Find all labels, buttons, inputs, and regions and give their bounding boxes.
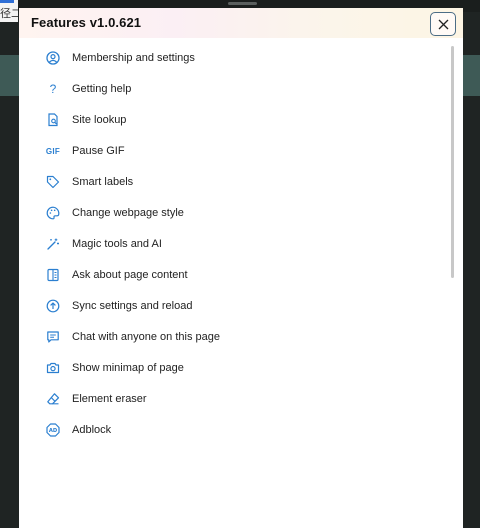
menu-item-magic-tools-ai[interactable]: Magic tools and AI — [43, 232, 423, 256]
user-circle-icon — [43, 48, 63, 68]
menu-item-chat-page[interactable]: Chat with anyone on this page — [43, 325, 423, 349]
scrollbar[interactable] — [451, 46, 454, 278]
menu-item-smart-labels[interactable]: Smart labels — [43, 170, 423, 194]
question-icon: ? — [49, 82, 57, 96]
panel-header: Features v1.0.621 — [19, 8, 463, 38]
adblock-icon: AD — [43, 420, 63, 440]
menu-item-label: Magic tools and AI — [72, 238, 162, 250]
menu-item-getting-help[interactable]: ? Getting help — [43, 77, 423, 101]
document-search-icon — [43, 110, 63, 130]
drag-handle[interactable] — [228, 2, 257, 5]
camera-icon — [43, 358, 63, 378]
menu-item-ask-page-content[interactable]: Ask about page content — [43, 263, 423, 287]
background-window-corner: 径二 — [0, 0, 18, 22]
menu-item-label: Sync settings and reload — [72, 300, 193, 312]
sync-arrow-icon — [43, 296, 63, 316]
features-panel: Features v1.0.621 Membership and setting… — [19, 8, 463, 528]
menu-item-label: Site lookup — [72, 114, 127, 126]
menu-item-label: Adblock — [72, 424, 112, 436]
background-corner-accent — [0, 0, 14, 3]
menu-item-element-eraser[interactable]: Element eraser — [43, 387, 423, 411]
menu-item-label: Smart labels — [72, 176, 134, 188]
page-content-icon — [43, 265, 63, 285]
menu-item-label: Element eraser — [72, 393, 147, 405]
menu-item-site-lookup[interactable]: Site lookup — [43, 108, 423, 132]
background-corner-text: 径二 — [0, 8, 18, 20]
eraser-icon — [43, 389, 63, 409]
menu-item-sync-settings-reload[interactable]: Sync settings and reload — [43, 294, 423, 318]
menu-item-label: Ask about page content — [72, 269, 188, 281]
menu-item-label: Getting help — [72, 83, 132, 95]
svg-text:AD: AD — [49, 428, 58, 434]
chat-bubble-icon — [43, 327, 63, 347]
menu-item-label: Pause GIF — [72, 145, 125, 157]
menu-item-pause-gif[interactable]: GIF Pause GIF — [43, 139, 423, 163]
menu-item-show-minimap[interactable]: Show minimap of page — [43, 356, 423, 380]
menu-item-adblock[interactable]: AD Adblock — [43, 418, 423, 442]
close-button[interactable] — [430, 12, 456, 36]
menu-item-change-webpage-style[interactable]: Change webpage style — [43, 201, 423, 225]
menu-item-membership-settings[interactable]: Membership and settings — [43, 46, 423, 70]
magic-wand-icon — [43, 234, 63, 254]
menu-item-label: Membership and settings — [72, 52, 195, 64]
menu-item-label: Change webpage style — [72, 207, 184, 219]
gif-icon: GIF — [45, 146, 61, 156]
close-icon — [438, 19, 448, 29]
menu-item-label: Show minimap of page — [72, 362, 184, 374]
tag-icon — [43, 172, 63, 192]
palette-icon — [43, 203, 63, 223]
panel-title: Features v1.0.621 — [31, 15, 142, 30]
menu-item-label: Chat with anyone on this page — [72, 331, 220, 343]
